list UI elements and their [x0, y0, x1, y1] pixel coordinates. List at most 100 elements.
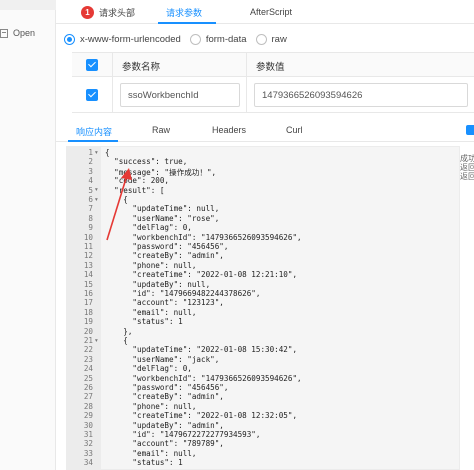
radio-form-data[interactable]: form-data — [189, 33, 247, 45]
side-annotation-line: 返回 — [460, 172, 474, 181]
radio-button[interactable] — [189, 33, 201, 45]
line-number: 2 — [88, 157, 93, 167]
select-all-checkbox[interactable] — [86, 59, 98, 71]
option-checkbox[interactable] — [466, 125, 474, 135]
code-line: "updateBy": "admin", — [105, 420, 224, 430]
code-line: "code": 200, — [105, 176, 170, 186]
line-number: 10 — [83, 232, 93, 242]
line-number: 6 — [88, 195, 93, 204]
tab-request-headers[interactable]: 1 请求头部 — [81, 0, 135, 24]
code-line: "phone": null, — [105, 401, 197, 411]
response-code-viewer[interactable]: 1 ▾{2 "success": true, 3 "message": "操作成功！… — [66, 146, 460, 470]
code-line: "userName": "jack", — [105, 354, 220, 364]
line-number: 20 — [83, 326, 93, 336]
code-line: "updateBy": null, — [105, 279, 211, 289]
line-number: 22 — [83, 345, 93, 355]
tab-request-params[interactable]: 请求参数 — [166, 0, 202, 24]
radio-x-www-form-urlencoded[interactable]: x-www-form-urlencoded — [64, 33, 181, 45]
column-divider — [112, 77, 113, 112]
line-number: 5 — [88, 185, 93, 195]
body-type-radio-group: x-www-form-urlencoded form-data raw — [64, 30, 296, 48]
line-number: 28 — [83, 401, 93, 411]
code-line: { — [105, 195, 128, 204]
line-number: 8 — [88, 213, 93, 223]
line-number: 31 — [83, 430, 93, 439]
code-line: "id": "1479672272277934593", — [105, 430, 261, 439]
line-number: 29 — [83, 411, 93, 421]
tab-label: AfterScript — [250, 7, 293, 17]
radio-label: form-data — [205, 33, 247, 45]
row-checkbox[interactable] — [86, 89, 98, 101]
side-annotation-line: 成功 — [460, 154, 474, 163]
line-number: 34 — [83, 458, 93, 468]
line-number: 16 — [83, 289, 93, 298]
tab-headers[interactable]: Headers — [212, 125, 246, 135]
table-row: ssoWorkbenchId 1479366526093594626 — [72, 77, 474, 113]
radio-button[interactable] — [255, 33, 267, 45]
radio-label: x-www-form-urlencoded — [80, 33, 181, 45]
param-name-input[interactable]: ssoWorkbenchId — [120, 83, 240, 107]
code-line: "delFlag": 0, — [105, 223, 192, 233]
line-number: 9 — [88, 223, 93, 233]
code-line: "workbenchId": "1479366526093594626", — [105, 373, 302, 383]
line-number: 33 — [83, 448, 93, 458]
tab-label: 请求参数 — [166, 7, 203, 18]
line-number: 11 — [83, 242, 93, 251]
line-number: 18 — [83, 307, 93, 317]
code-line: { — [105, 336, 128, 345]
code-line: "status": 1 — [105, 458, 183, 468]
main-panel: 1 请求头部 请求参数 AfterScript x-www-form-urlen… — [56, 0, 474, 470]
line-number: 30 — [83, 420, 93, 430]
line-number: 19 — [83, 317, 93, 327]
table-header-row: 参数名称 参数值 — [72, 53, 474, 77]
code-line: "status": 1 — [105, 317, 183, 327]
fold-toggle-icon[interactable]: ▾ — [95, 187, 98, 193]
tab-raw[interactable]: Raw — [152, 125, 170, 135]
request-tabs: 1 请求头部 请求参数 AfterScript — [56, 0, 474, 24]
code-line: "phone": null, — [105, 260, 197, 270]
column-divider — [246, 53, 247, 76]
active-tab-indicator — [158, 22, 216, 24]
tab-label: 请求头部 — [99, 7, 136, 18]
column-header-name: 参数名称 — [122, 62, 161, 73]
sidebar-item-active[interactable] — [0, 0, 56, 10]
code-line: "userName": "rose", — [105, 213, 220, 223]
line-number: 4 — [88, 176, 93, 186]
fold-toggle-icon[interactable]: ▾ — [95, 197, 98, 203]
radio-raw[interactable]: raw — [255, 33, 287, 45]
param-value-input[interactable]: 1479366526093594626 — [254, 83, 468, 107]
line-number: 26 — [83, 383, 93, 392]
line-number: 23 — [83, 354, 93, 364]
params-table: 参数名称 参数值 ssoWorkbenchId 1479366526093594… — [72, 52, 474, 113]
code-line: "id": "1479669482244378626", — [105, 289, 261, 298]
sidebar-item-open[interactable]: Open — [0, 22, 56, 44]
tab-response-body[interactable]: 响应内容 — [76, 125, 112, 138]
response-tabs: 响应内容 Raw Headers Curl — [56, 122, 474, 142]
code-line: "password": "456456", — [105, 383, 229, 392]
column-divider — [112, 53, 113, 76]
line-number: 1 — [88, 148, 93, 157]
line-number: 17 — [83, 298, 93, 308]
radio-button[interactable] — [64, 33, 75, 45]
active-tab-indicator — [68, 140, 118, 142]
code-line: "workbenchId": "1479366526093594626", — [105, 232, 302, 242]
line-number: 21 — [83, 336, 93, 345]
line-number: 3 — [88, 166, 93, 176]
tab-afterscript[interactable]: AfterScript — [250, 0, 292, 24]
code-line: "createBy": "admin", — [105, 392, 224, 402]
line-number: 13 — [83, 260, 93, 270]
fold-toggle-icon[interactable]: ▾ — [95, 338, 98, 344]
line-number: 14 — [83, 270, 93, 280]
line-number: 27 — [83, 392, 93, 402]
tab-curl[interactable]: Curl — [286, 125, 303, 135]
code-line: "password": "456456", — [105, 242, 229, 251]
document-icon — [0, 28, 8, 38]
code-line: "updateTime": "2022-01-08 15:30:42", — [105, 345, 298, 355]
code-line: "success": true, — [105, 157, 188, 167]
fold-toggle-icon[interactable]: ▾ — [95, 150, 98, 156]
line-number: 25 — [83, 373, 93, 383]
code-line: "result": [ — [105, 185, 165, 195]
line-number: 15 — [83, 279, 93, 289]
column-divider — [246, 77, 247, 112]
line-number: 7 — [88, 204, 93, 214]
